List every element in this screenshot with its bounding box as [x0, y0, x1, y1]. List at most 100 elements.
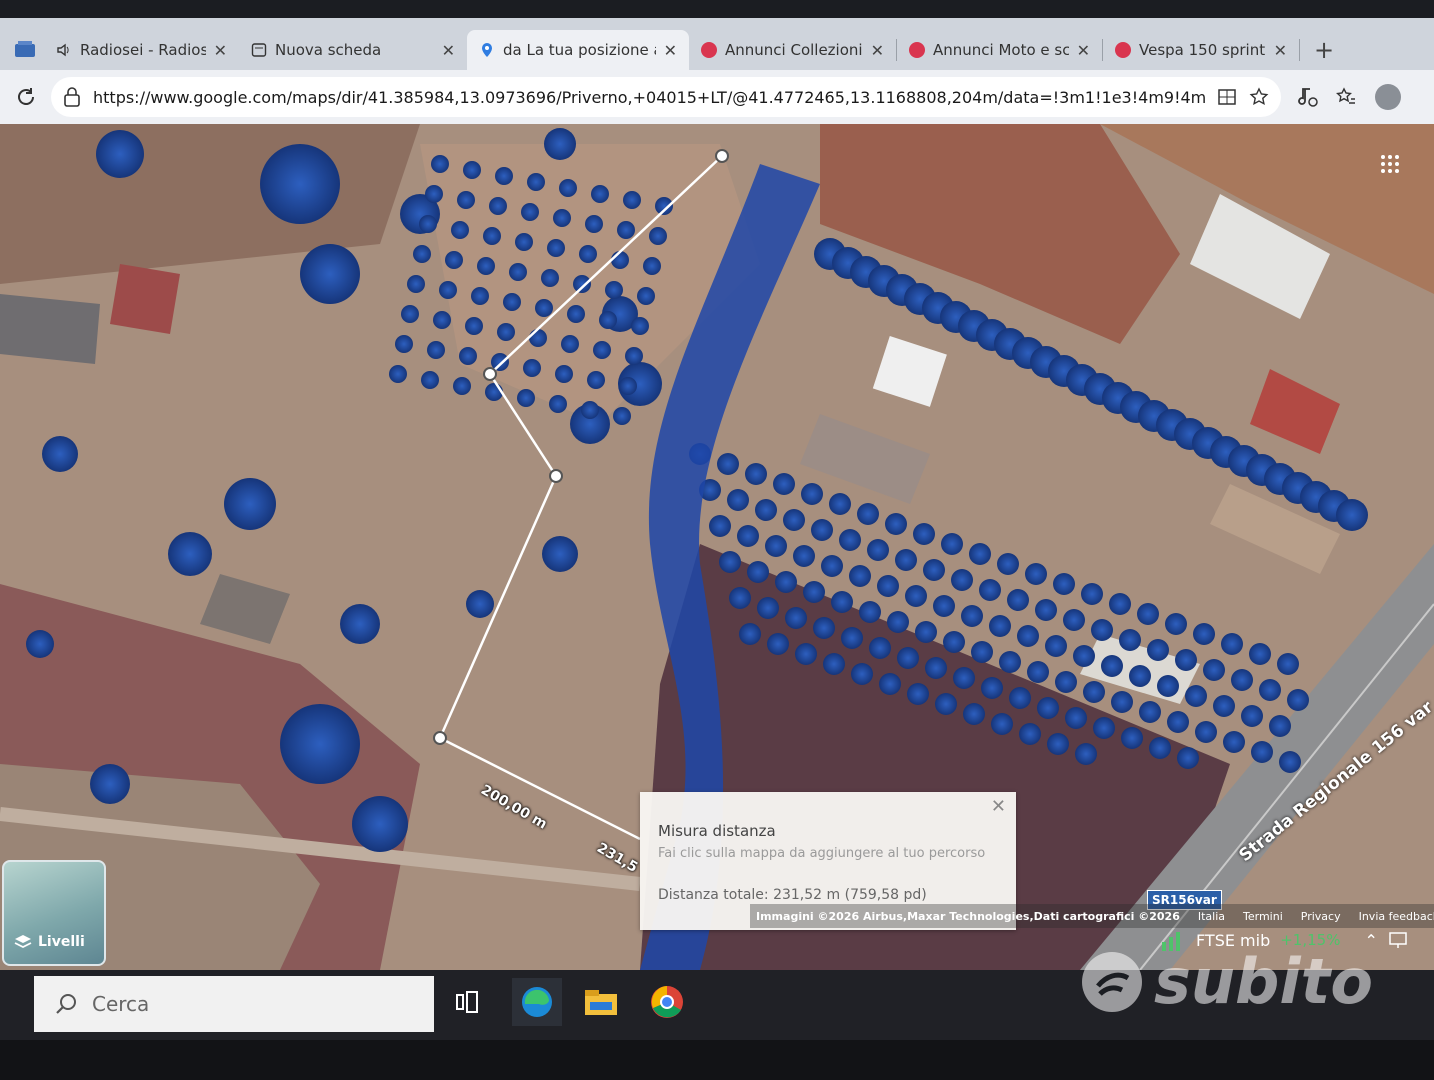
- close-tab-icon[interactable]: ✕: [1077, 41, 1090, 60]
- edge-browser-icon[interactable]: [512, 978, 562, 1026]
- url-field[interactable]: https://www.google.com/maps/dir/41.38598…: [51, 77, 1281, 117]
- close-tab-icon[interactable]: ✕: [664, 41, 677, 60]
- tree-canopy: [1053, 573, 1075, 595]
- layers-label: Livelli: [14, 934, 85, 950]
- tree-canopy: [1193, 623, 1215, 645]
- close-tab-icon[interactable]: ✕: [1274, 41, 1287, 60]
- tab-radiosei[interactable]: Radiosei - Radios ✕: [44, 30, 239, 70]
- tab-vespa[interactable]: Vespa 150 sprint velo ✕: [1103, 30, 1299, 70]
- attribution-link-privacy[interactable]: Privacy: [1301, 910, 1341, 923]
- measure-hint: Fai clic sulla mappa da aggiungere al tu…: [658, 846, 986, 861]
- tree-canopy: [425, 185, 443, 203]
- tree-canopy: [1259, 679, 1281, 701]
- file-explorer-icon[interactable]: [576, 978, 626, 1026]
- measure-point[interactable]: [715, 149, 729, 163]
- read-aloud-icon[interactable]: [1297, 86, 1319, 108]
- tree-canopy: [421, 371, 439, 389]
- tree-canopy: [1119, 629, 1141, 651]
- tree-canopy: [941, 533, 963, 555]
- tab-actions-icon[interactable]: [14, 40, 36, 58]
- tree-canopy: [573, 275, 591, 293]
- tree-canopy: [509, 263, 527, 281]
- profile-avatar[interactable]: [1375, 84, 1401, 110]
- close-tab-icon[interactable]: ✕: [214, 41, 227, 60]
- tree-canopy: [1185, 685, 1207, 707]
- tab-nuova-scheda[interactable]: Nuova scheda ✕: [239, 30, 467, 70]
- tab-google-maps[interactable]: da La tua posizione a ✕: [467, 30, 689, 70]
- layers-button[interactable]: Livelli: [2, 860, 106, 966]
- tree-canopy: [1279, 751, 1301, 773]
- tree-canopy: [775, 571, 797, 593]
- tree-canopy: [521, 203, 539, 221]
- close-tab-icon[interactable]: ✕: [871, 41, 884, 60]
- search-icon: [56, 994, 76, 1014]
- tree-canopy: [803, 581, 825, 603]
- tree-canopy: [935, 693, 957, 715]
- close-tab-icon[interactable]: ✕: [442, 41, 455, 60]
- tree-canopy: [1203, 659, 1225, 681]
- tree-canopy: [727, 489, 749, 511]
- url-text[interactable]: https://www.google.com/maps/dir/41.38598…: [93, 88, 1205, 107]
- tree-canopy: [757, 597, 779, 619]
- close-icon[interactable]: ✕: [991, 796, 1006, 817]
- tree-canopy: [839, 529, 861, 551]
- tree-canopy: [783, 509, 805, 531]
- task-view-icon[interactable]: [444, 978, 494, 1026]
- reload-icon[interactable]: [15, 86, 37, 108]
- tree-canopy: [617, 221, 635, 239]
- network-icon[interactable]: [1388, 931, 1408, 949]
- maps-pin-icon: [482, 43, 492, 57]
- apps-grid-icon[interactable]: [1380, 154, 1400, 174]
- tree-canopy: [465, 317, 483, 335]
- tree-canopy: [885, 513, 907, 535]
- address-bar: https://www.google.com/maps/dir/41.38598…: [0, 70, 1434, 124]
- attribution-link-italia[interactable]: Italia: [1198, 910, 1225, 923]
- measure-point[interactable]: [483, 367, 497, 381]
- subito-icon: [1115, 42, 1131, 58]
- reader-mode-icon[interactable]: [1217, 87, 1237, 107]
- speaker-icon: [57, 43, 69, 57]
- new-tab-button[interactable]: +: [1300, 30, 1348, 70]
- favorites-icon[interactable]: [1335, 86, 1357, 108]
- tree-canopy: [1111, 691, 1133, 713]
- tree-canopy: [605, 281, 623, 299]
- new-tab-icon: [251, 43, 267, 57]
- favorite-star-icon[interactable]: [1249, 87, 1269, 107]
- tree-canopy: [457, 191, 475, 209]
- tab-title: Annunci Moto e scoo: [933, 41, 1069, 59]
- tab-title: Vespa 150 sprint velo: [1139, 41, 1266, 59]
- tree-canopy: [1177, 747, 1199, 769]
- layers-icon: [14, 935, 32, 949]
- tab-annunci-collezionismo[interactable]: Annunci Collezionism ✕: [689, 30, 896, 70]
- tree-canopy: [619, 377, 637, 395]
- tree-canopy: [719, 551, 741, 573]
- lock-icon[interactable]: [63, 87, 81, 107]
- measure-point[interactable]: [433, 731, 447, 745]
- tree-canopy: [729, 587, 751, 609]
- tree-canopy: [224, 478, 276, 530]
- tree-canopy: [395, 335, 413, 353]
- attribution-link-termini[interactable]: Termini: [1243, 910, 1283, 923]
- measure-point[interactable]: [549, 469, 563, 483]
- taskbar-search[interactable]: Cerca: [34, 976, 434, 1032]
- tree-canopy: [433, 311, 451, 329]
- tab-title: da La tua posizione a: [503, 41, 656, 59]
- tree-canopy: [773, 473, 795, 495]
- tree-canopy: [471, 287, 489, 305]
- map-canvas[interactable]: 200,00 m 231,5 ✕ Misura distanza Fai cli…: [0, 124, 1434, 970]
- chrome-icon[interactable]: [642, 978, 692, 1026]
- tree-canopy: [483, 227, 501, 245]
- tree-canopy: [813, 617, 835, 639]
- tree-canopy: [451, 221, 469, 239]
- attribution-link-feedback[interactable]: Invia feedback sul prodo: [1359, 910, 1434, 923]
- tree-canopy: [1035, 599, 1057, 621]
- tree-canopy: [709, 515, 731, 537]
- tree-canopy: [969, 543, 991, 565]
- tab-annunci-moto[interactable]: Annunci Moto e scoo ✕: [897, 30, 1102, 70]
- tree-canopy: [1081, 583, 1103, 605]
- tree-canopy: [877, 575, 899, 597]
- tree-canopy: [841, 627, 863, 649]
- tree-canopy: [517, 389, 535, 407]
- tree-canopy: [793, 545, 815, 567]
- tree-canopy: [1007, 589, 1029, 611]
